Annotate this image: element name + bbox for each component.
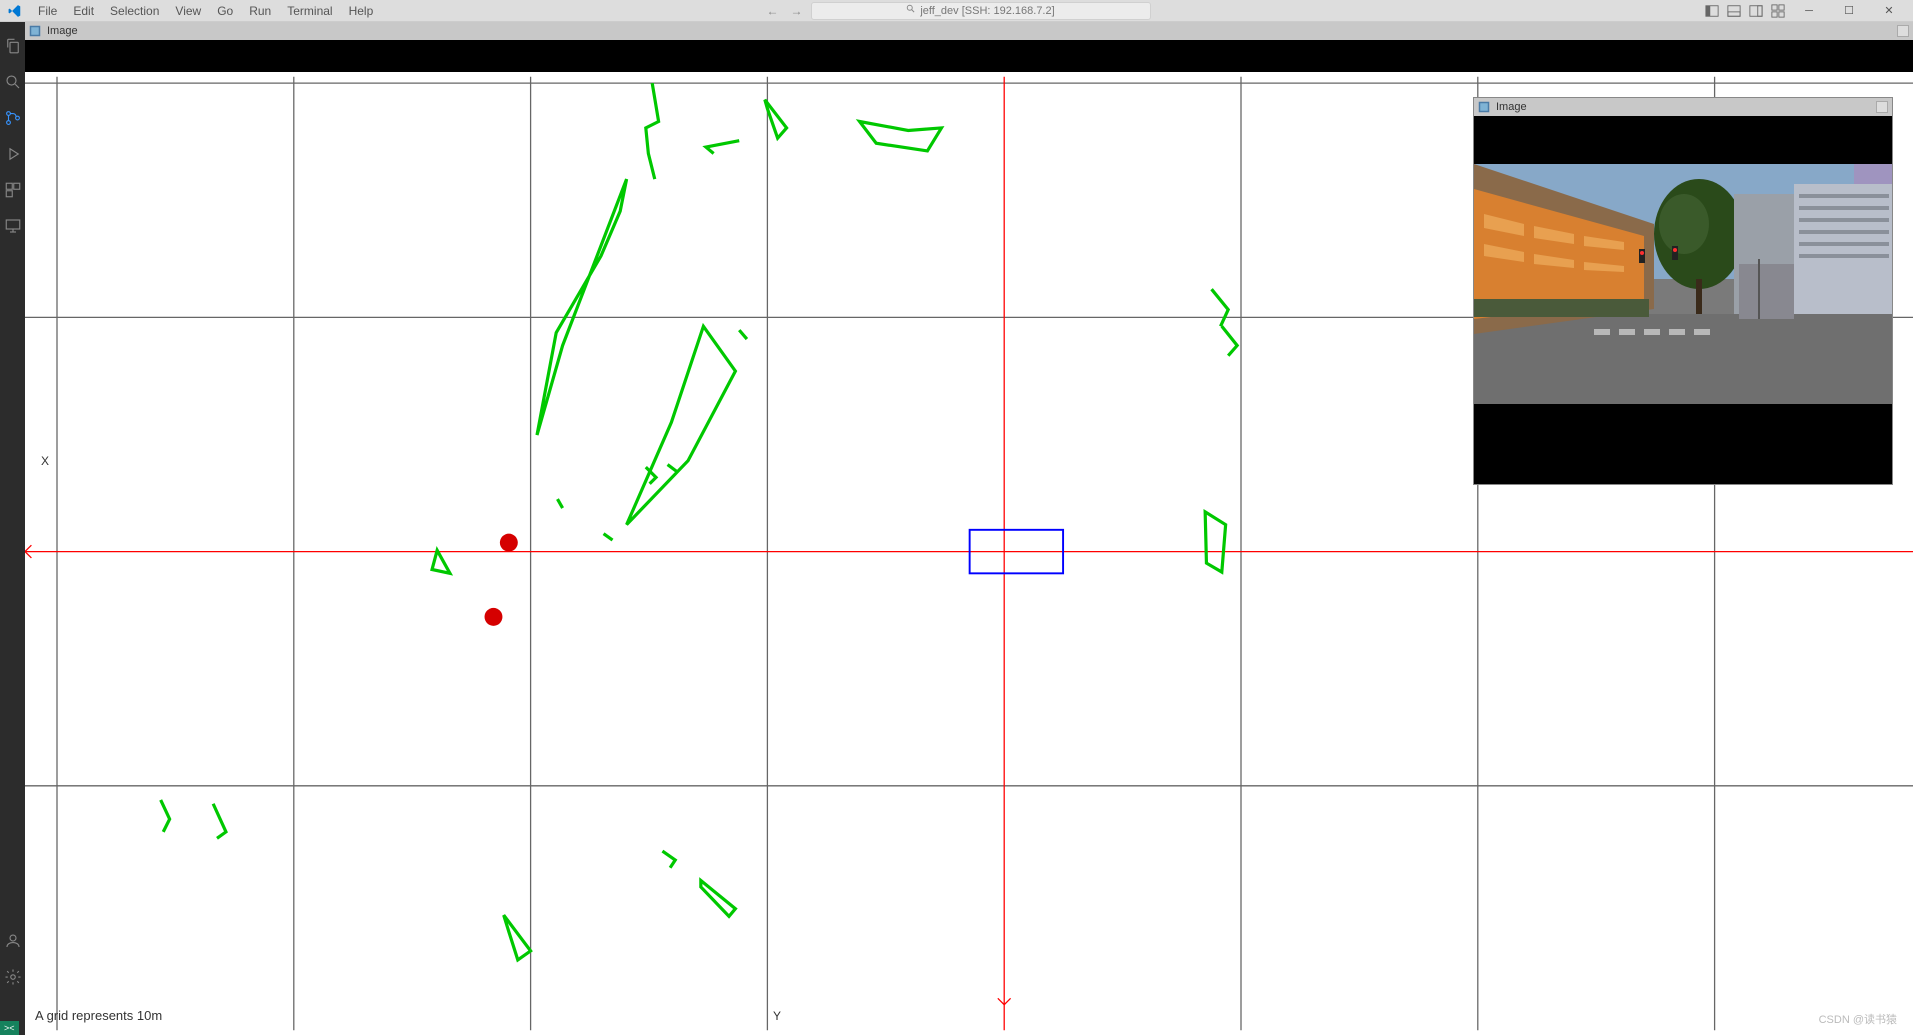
grid-info-label: A grid represents 10m [35,1008,162,1023]
window-minimize[interactable]: ─ [1793,0,1825,22]
window-app-icon [29,25,41,37]
menu-right: ─ ☐ ✕ [1705,0,1905,22]
window-close[interactable]: ✕ [1873,0,1905,22]
layout-secondary-sidebar-icon[interactable] [1749,4,1763,18]
nav-forward-icon[interactable]: → [787,4,807,18]
sub-window-app-icon [1478,101,1490,113]
menu-go[interactable]: Go [209,2,241,20]
menu-bar: File Edit Selection View Go Run Terminal… [0,0,1913,22]
sub-black-top [1474,116,1892,164]
editor-area: Image [25,22,1913,1035]
menu-terminal[interactable]: Terminal [279,2,340,20]
main-layout: >< Image [0,22,1913,1035]
vscode-logo-icon [8,4,22,18]
y-axis-label: Y [773,1009,781,1023]
layout-panel-icon[interactable] [1727,4,1741,18]
main-window-close-button[interactable] [1897,25,1909,37]
watermark: CSDN @读书猿 [1819,1011,1897,1027]
camera-view [1474,164,1892,404]
extensions-icon[interactable] [0,172,25,208]
source-control-icon[interactable] [0,100,25,136]
menu-view[interactable]: View [167,2,209,20]
run-debug-icon[interactable] [0,136,25,172]
x-axis-label: X [41,454,49,468]
menu-file[interactable]: File [30,2,65,20]
activity-bottom [0,923,25,995]
menu-center: ← → jeff_dev [SSH: 192.168.7.2] [763,2,1151,20]
window-maximize[interactable]: ☐ [1833,0,1865,22]
search-icon [906,4,916,17]
layout-primary-sidebar-icon[interactable] [1705,4,1719,18]
explorer-icon[interactable] [0,28,25,64]
menu-run[interactable]: Run [241,2,279,20]
accounts-icon[interactable] [0,923,25,959]
sub-window-title: Image [1496,101,1527,113]
menu-selection[interactable]: Selection [102,2,167,20]
command-center-search[interactable]: jeff_dev [SSH: 192.168.7.2] [811,2,1151,20]
sub-window-titlebar[interactable]: Image [1474,98,1892,116]
main-window-titlebar[interactable]: Image [25,22,1913,40]
settings-gear-icon[interactable] [0,959,25,995]
sub-black-bottom [1474,404,1892,484]
nav-back-icon[interactable]: ← [763,4,783,18]
remote-status[interactable]: >< [0,1021,19,1035]
sub-window-close-button[interactable] [1876,101,1888,113]
black-band-top [25,40,1913,72]
main-window-title: Image [47,25,78,37]
search-text: jeff_dev [SSH: 192.168.7.2] [920,5,1054,17]
menu-edit[interactable]: Edit [65,2,102,20]
layout-customize-icon[interactable] [1771,4,1785,18]
menu-help[interactable]: Help [341,2,382,20]
search-activity-icon[interactable] [0,64,25,100]
activity-bar: >< [0,22,25,1035]
image-window-sub[interactable]: Image [1473,97,1893,485]
remote-explorer-icon[interactable] [0,208,25,244]
